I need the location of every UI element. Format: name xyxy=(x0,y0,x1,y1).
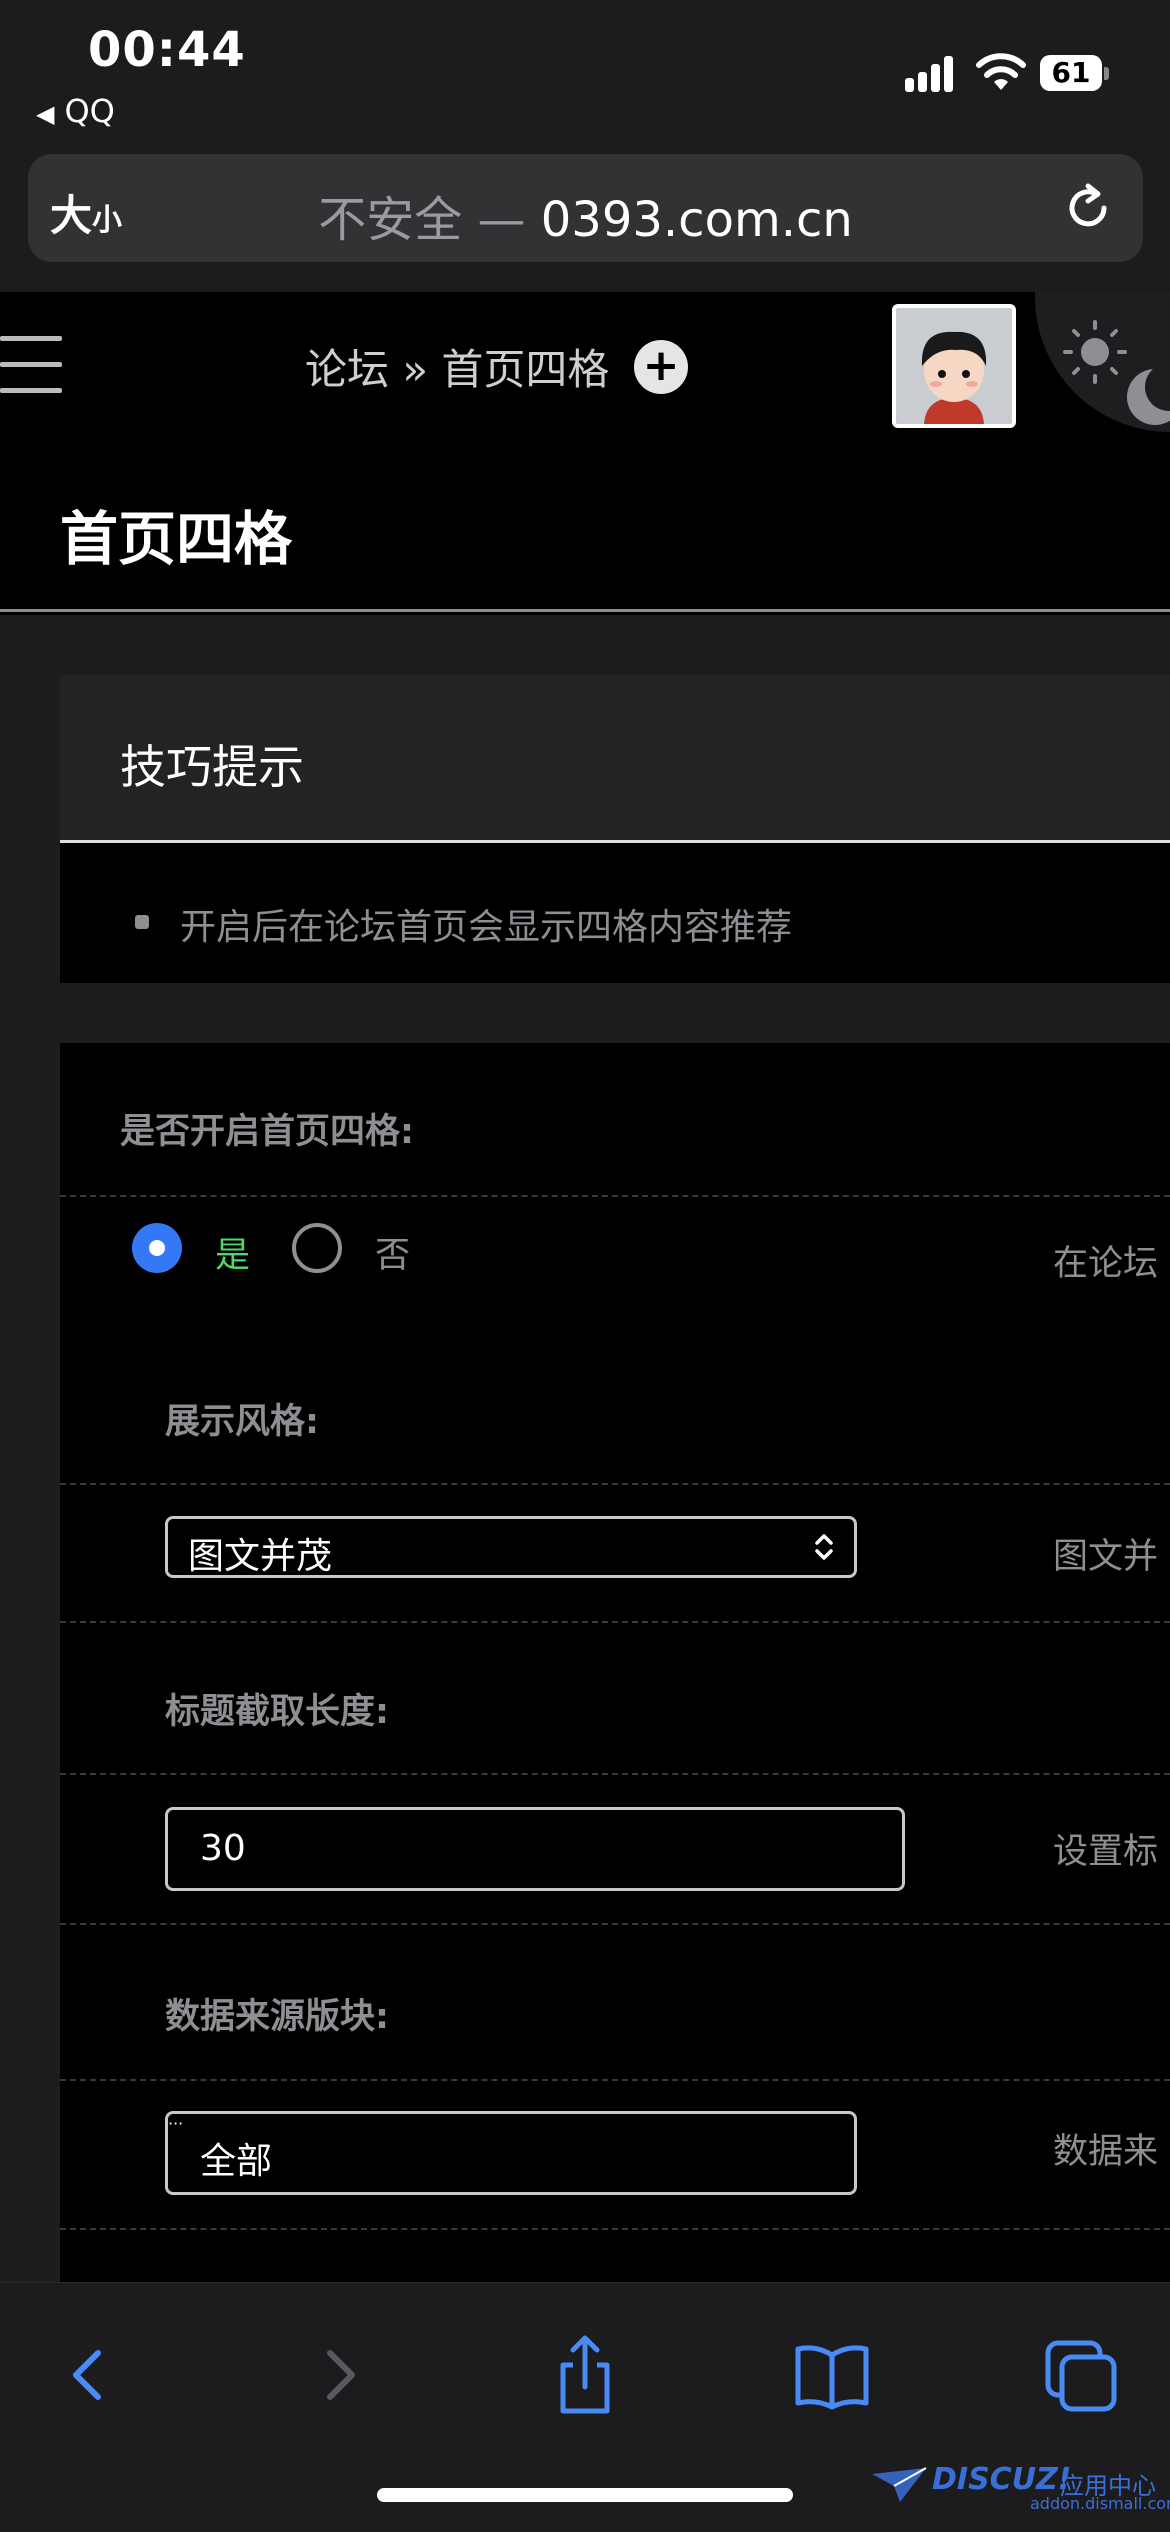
divider xyxy=(60,1195,1170,1197)
source-forum-label: 数据来源版块: xyxy=(165,1997,389,2037)
menu-icon[interactable] xyxy=(0,336,62,394)
status-bar: 00:44 ◀ QQ 61 xyxy=(0,0,1170,150)
breadcrumb[interactable]: 论坛 » 首页四格 xyxy=(305,336,609,397)
page-title-bar: 首页四格 xyxy=(0,442,1170,612)
forward-chevron-icon[interactable] xyxy=(290,2325,390,2425)
browser-address-area: 大小 不安全 — 0393.com.cn xyxy=(0,150,1170,292)
url-domain: 0393.com.cn xyxy=(540,192,853,248)
tips-header: 技巧提示 xyxy=(60,675,1170,843)
select-arrows-icon xyxy=(815,1534,833,1560)
radio-no[interactable] xyxy=(292,1223,342,1273)
radio-yes[interactable] xyxy=(132,1223,182,1273)
style-select-value: 图文并茂 xyxy=(188,1536,333,1577)
divider xyxy=(60,1483,1170,1485)
theme-toggle[interactable] xyxy=(1035,292,1170,432)
divider xyxy=(60,2079,1170,2081)
style-select[interactable]: 图文并茂 xyxy=(165,1516,857,1578)
enable-label: 是否开启首页四格: xyxy=(120,1112,414,1152)
cellular-signal-icon xyxy=(905,52,961,92)
back-to-app-link[interactable]: ◀ QQ xyxy=(36,92,115,130)
back-triangle-icon: ◀ xyxy=(36,100,55,128)
address-bar[interactable]: 大小 不安全 — 0393.com.cn xyxy=(28,154,1143,262)
tips-item: 开启后在论坛首页会显示四格内容推荐 xyxy=(180,907,793,948)
title-length-label: 标题截取长度: xyxy=(165,1692,389,1732)
sun-moon-icon xyxy=(1063,320,1170,425)
paper-plane-icon xyxy=(872,2467,927,2502)
bookmarks-icon[interactable] xyxy=(782,2325,882,2425)
main-content: 技巧提示 开启后在论坛首页会显示四格内容推荐 是否开启首页四格: 是 否 在论坛… xyxy=(0,615,1170,2282)
site-header: 论坛 » 首页四格 + xyxy=(0,292,1170,442)
home-indicator[interactable] xyxy=(377,2488,793,2502)
watermark-url: addon.dismall.com xyxy=(1030,2494,1170,2513)
url-display[interactable]: 不安全 — 0393.com.cn xyxy=(28,180,1143,250)
divider xyxy=(60,1621,1170,1623)
tabs-icon[interactable] xyxy=(1030,2325,1130,2425)
back-app-label: QQ xyxy=(64,92,115,130)
wifi-icon xyxy=(976,53,1026,90)
tips-card: 技巧提示 开启后在论坛首页会显示四格内容推荐 xyxy=(60,675,1170,983)
source-forum-help: 数据来 xyxy=(1053,2132,1159,2172)
bullet-icon xyxy=(135,915,149,929)
insecure-label: 不安全 — xyxy=(318,192,541,248)
status-time: 00:44 xyxy=(88,22,246,78)
source-forum-value: 全部 xyxy=(200,2141,273,2182)
settings-form: 是否开启首页四格: 是 否 在论坛 展示风格: 图文并茂 图文并 标题截取长度:… xyxy=(60,1043,1170,2282)
avatar[interactable] xyxy=(892,304,1016,428)
share-icon[interactable] xyxy=(535,2325,635,2425)
radio-no-label[interactable]: 否 xyxy=(375,1227,410,1278)
divider xyxy=(60,2228,1170,2230)
battery-percent: 61 xyxy=(1051,56,1091,89)
style-label: 展示风格: xyxy=(165,1402,319,1442)
battery-icon: 61 xyxy=(1040,55,1110,91)
divider xyxy=(60,1773,1170,1775)
watermark-brand: DISCUZ! xyxy=(932,2462,1072,2497)
reload-icon[interactable] xyxy=(1058,178,1118,238)
divider xyxy=(60,1923,1170,1925)
title-length-input[interactable]: 30 xyxy=(165,1807,905,1891)
style-help: 图文并 xyxy=(1053,1537,1159,1577)
add-button[interactable]: + xyxy=(634,340,688,394)
radio-yes-label[interactable]: 是 xyxy=(215,1227,250,1278)
enable-help: 在论坛 xyxy=(1053,1244,1159,1284)
back-chevron-icon[interactable] xyxy=(38,2325,138,2425)
title-length-help: 设置标 xyxy=(1053,1832,1159,1872)
watermark: DISCUZ! 应用中心 addon.dismall.com xyxy=(870,2462,1170,2513)
tips-title: 技巧提示 xyxy=(120,740,304,794)
page-title: 首页四格 xyxy=(60,505,293,573)
source-forum-select[interactable]: 全部 ··· xyxy=(165,2111,857,2195)
avatar-cartoon-icon xyxy=(896,308,1012,424)
title-length-value: 30 xyxy=(200,1828,246,1869)
more-dots-icon: ··· xyxy=(168,2114,184,2133)
